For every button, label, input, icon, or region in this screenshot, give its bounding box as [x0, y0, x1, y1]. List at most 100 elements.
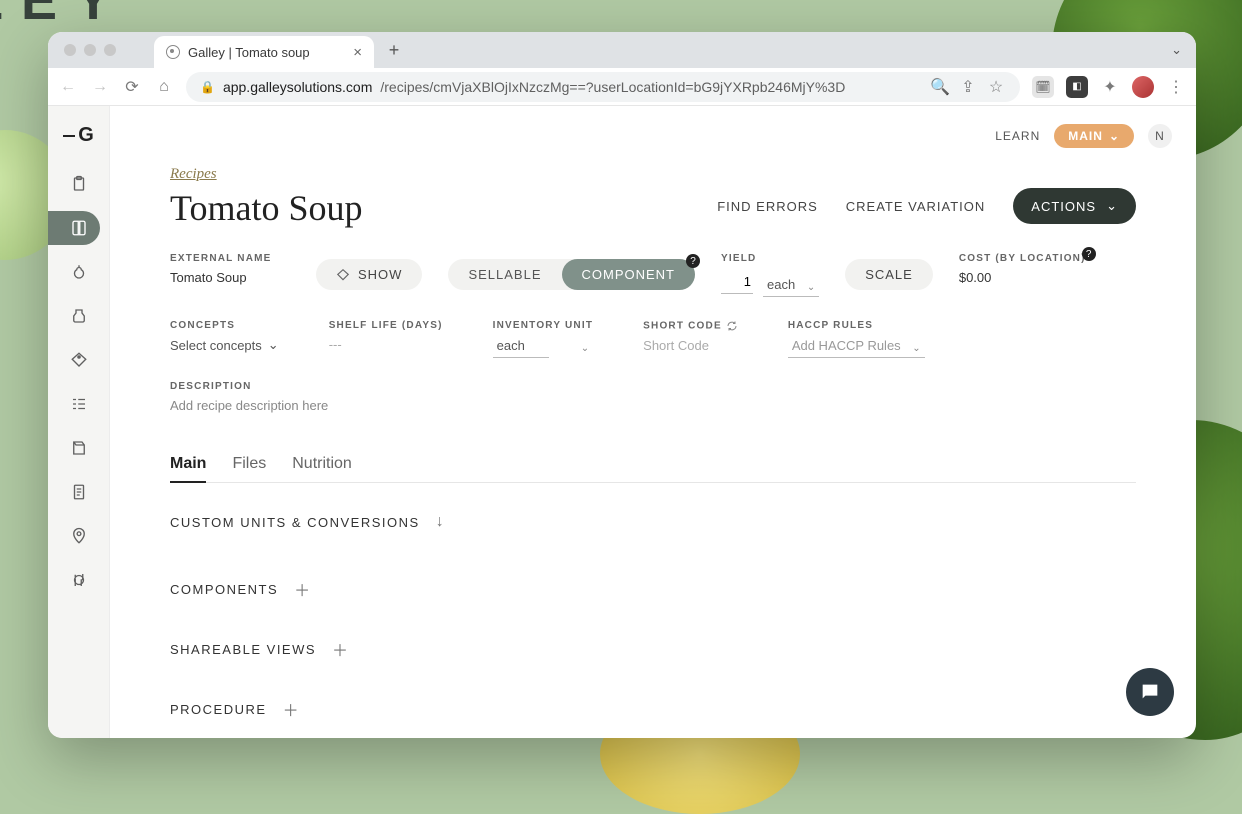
description-input[interactable]: Add recipe description here: [170, 398, 1136, 413]
short-code-label: SHORT CODE: [643, 320, 738, 332]
app-sidebar: G: [48, 106, 110, 738]
concepts-select[interactable]: Select concepts ⌄: [170, 337, 279, 353]
tab-strip: Galley | Tomato soup × + ⌄: [48, 32, 1196, 68]
url-host: app.galleysolutions.com: [223, 79, 372, 95]
inventory-unit-select[interactable]: each: [493, 334, 549, 358]
main-content: LEARN MAIN ⌄ N Recipes Tomato Soup FIND …: [110, 106, 1196, 738]
extension-icon[interactable]: ◧: [1066, 76, 1088, 98]
tab-title: Galley | Tomato soup: [188, 45, 310, 60]
concepts-value: Select concepts: [170, 338, 262, 353]
show-toggle[interactable]: SHOW: [316, 259, 422, 290]
concepts-label: CONCEPTS: [170, 320, 279, 331]
tab-files[interactable]: Files: [232, 447, 266, 482]
refresh-icon[interactable]: [726, 320, 738, 332]
section-procedure[interactable]: PROCEDURE ＋: [170, 697, 1136, 721]
back-icon[interactable]: ←: [58, 78, 78, 96]
chevron-down-icon: ⌄: [912, 343, 920, 354]
haccp-label: HACCP RULES: [788, 320, 925, 331]
share-icon[interactable]: ⇪: [958, 77, 978, 97]
shelf-life-label: SHELF LIFE (DAYS): [329, 320, 443, 331]
location-pill[interactable]: MAIN ⌄: [1054, 124, 1134, 148]
sellable-label: SELLABLE: [468, 267, 541, 282]
section-shareable-views[interactable]: SHAREABLE VIEWS ＋: [170, 637, 1136, 661]
section-label: SHAREABLE VIEWS: [170, 642, 316, 657]
scale-button[interactable]: SCALE: [845, 259, 933, 290]
chat-icon: [1139, 681, 1161, 703]
tag-icon: [336, 268, 350, 282]
haccp-select[interactable]: Add HACCP Rules: [788, 334, 925, 358]
shelf-life-value[interactable]: ---: [329, 337, 443, 352]
plus-icon[interactable]: ＋: [283, 697, 301, 721]
sidebar-item-locations[interactable]: [48, 519, 100, 553]
sidebar-item-vendors[interactable]: [48, 299, 100, 333]
browser-window: Galley | Tomato soup × + ⌄ ← → ⟳ ⌂ 🔒 app…: [48, 32, 1196, 738]
actions-label: ACTIONS: [1031, 199, 1096, 214]
profile-avatar-icon[interactable]: [1132, 76, 1154, 98]
section-components[interactable]: COMPONENTS ＋: [170, 577, 1136, 601]
create-variation-link[interactable]: CREATE VARIATION: [846, 199, 986, 214]
show-label: SHOW: [358, 267, 402, 282]
user-avatar[interactable]: N: [1148, 124, 1172, 148]
help-icon[interactable]: ?: [686, 254, 700, 268]
page-title: Tomato Soup: [170, 187, 362, 229]
yield-label: YIELD: [721, 253, 819, 264]
search-icon[interactable]: 🔍: [930, 77, 950, 97]
breadcrumb[interactable]: Recipes: [170, 166, 217, 183]
find-errors-link[interactable]: FIND ERRORS: [717, 199, 818, 214]
inventory-unit-label: INVENTORY UNIT: [493, 320, 594, 331]
yield-input[interactable]: [721, 270, 753, 294]
star-icon[interactable]: ☆: [986, 77, 1006, 97]
window-controls[interactable]: [56, 44, 124, 56]
home-icon[interactable]: ⌂: [154, 78, 174, 96]
tabs-menu-icon[interactable]: ⌄: [1171, 42, 1182, 58]
new-tab-button[interactable]: +: [380, 36, 408, 64]
section-label: CUSTOM UNITS & CONVERSIONS: [170, 515, 420, 530]
actions-button[interactable]: ACTIONS ⌄: [1013, 188, 1136, 224]
chat-launcher[interactable]: [1126, 668, 1174, 716]
cost-value: $0.00: [959, 270, 1086, 285]
app-logo[interactable]: G: [63, 124, 94, 147]
learn-link[interactable]: LEARN: [995, 129, 1040, 143]
sidebar-item-tags[interactable]: [48, 343, 100, 377]
sidebar-item-documents[interactable]: [48, 475, 100, 509]
sidebar-item-lists[interactable]: [48, 387, 100, 421]
forward-icon[interactable]: →: [90, 78, 110, 96]
component-label: COMPONENT: [582, 267, 676, 282]
browser-tab[interactable]: Galley | Tomato soup ×: [154, 36, 374, 68]
sidebar-item-clipboard[interactable]: [48, 167, 100, 201]
cost-label: COST (BY LOCATION): [959, 253, 1086, 264]
external-name-label: EXTERNAL NAME: [170, 253, 290, 264]
tab-main[interactable]: Main: [170, 447, 206, 483]
sidebar-item-ingredients[interactable]: [48, 255, 100, 289]
scale-label: SCALE: [865, 267, 913, 282]
chevron-down-icon: ⌄: [1106, 198, 1118, 214]
extensions-icon[interactable]: ✦: [1100, 77, 1120, 97]
plus-icon[interactable]: ＋: [332, 637, 350, 661]
section-label: PROCEDURE: [170, 702, 267, 717]
address-bar: ← → ⟳ ⌂ 🔒 app.galleysolutions.com/recipe…: [48, 68, 1196, 106]
section-label: COMPONENTS: [170, 582, 278, 597]
sidebar-item-recipes[interactable]: [48, 211, 100, 245]
plus-icon[interactable]: ＋: [294, 577, 312, 601]
lock-icon: 🔒: [200, 80, 215, 94]
chevron-down-icon: ⌄: [807, 282, 815, 293]
chevron-down-icon: ⌄: [268, 337, 279, 353]
extension-icon[interactable]: 🗓: [1032, 76, 1054, 98]
close-tab-icon[interactable]: ×: [353, 45, 362, 60]
tab-nutrition[interactable]: Nutrition: [292, 447, 352, 482]
help-icon[interactable]: ?: [1082, 247, 1096, 261]
sidebar-item-orders[interactable]: [48, 431, 100, 465]
kebab-menu-icon[interactable]: ⋮: [1166, 77, 1186, 97]
sidebar-item-menus[interactable]: [48, 563, 100, 597]
url-input[interactable]: 🔒 app.galleysolutions.com/recipes/cmVjaX…: [186, 72, 1020, 102]
short-code-input[interactable]: Short Code: [643, 338, 738, 353]
section-custom-units[interactable]: CUSTOM UNITS & CONVERSIONS ↓: [170, 513, 1136, 531]
external-name-value[interactable]: Tomato Soup: [170, 270, 290, 285]
url-path: /recipes/cmVjaXBlOjIxNzczMg==?userLocati…: [380, 79, 845, 95]
content-tabs: Main Files Nutrition: [170, 447, 1136, 483]
location-label: MAIN: [1068, 129, 1103, 143]
sellable-toggle[interactable]: SELLABLE: [448, 259, 561, 290]
reload-icon[interactable]: ⟳: [122, 77, 142, 97]
type-toggle: SELLABLE COMPONENT ?: [448, 259, 695, 290]
component-toggle[interactable]: COMPONENT: [562, 259, 696, 290]
